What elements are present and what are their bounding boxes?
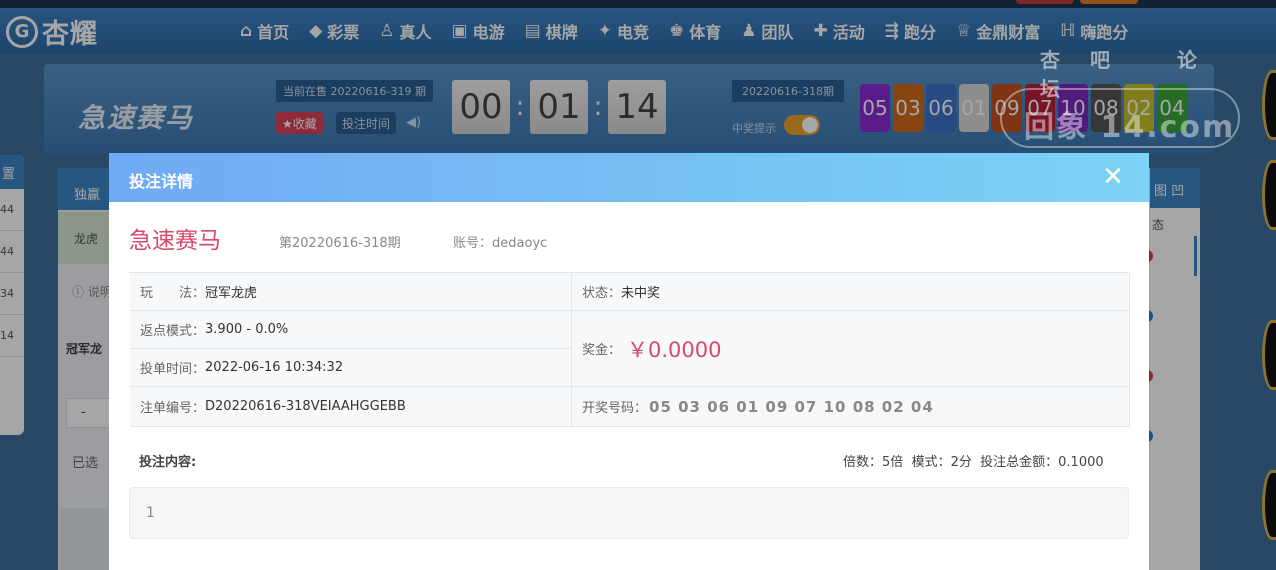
total-label: 投注总金额： — [980, 455, 1059, 470]
close-icon[interactable]: ✕ — [1099, 162, 1127, 192]
play-cell: 玩 法： 冠军龙虎 — [130, 273, 572, 311]
modal-period: 第20220616-318期 — [279, 236, 401, 251]
mode-label: 模式： — [911, 455, 951, 470]
bet-meta: 倍数：5倍 模式：2分 投注总金额：0.1000 — [843, 451, 1104, 470]
play-label: 玩 法： — [140, 286, 206, 301]
modal-account: 账号：dedaoyc — [453, 232, 547, 251]
draw-label: 开奖号码： — [582, 401, 648, 416]
modal-title: 投注详情 — [129, 172, 194, 191]
bet-content-box: 1 — [129, 487, 1129, 539]
bet-time-cell: 投单时间： 2022-06-16 10:34:32 — [130, 349, 572, 387]
rebate-label: 返点模式： — [140, 324, 206, 339]
watermark-logo: 回象 14.com — [1000, 88, 1240, 148]
multiplier-value: 5倍 — [882, 455, 904, 470]
modal-header: 投注详情 ✕ — [109, 153, 1149, 202]
modal-game-name: 急速赛马 — [129, 228, 221, 254]
order-value: D20220616-318VEIAAHGGEBB — [205, 399, 406, 414]
bet-time-label: 投单时间： — [140, 362, 206, 377]
play-value: 冠军龙虎 — [205, 286, 258, 301]
prize-cell: 奖金： ￥0.0000 — [572, 311, 1130, 387]
order-label: 注单编号： — [140, 401, 206, 416]
order-cell: 注单编号： D20220616-318VEIAAHGGEBB — [130, 387, 572, 427]
multiplier-label: 倍数： — [843, 455, 883, 470]
account-label: 账号： — [453, 236, 493, 251]
bet-detail-modal: 投注详情 ✕ 急速赛马 第20220616-318期 账号：dedaoyc 玩 … — [109, 153, 1149, 570]
bet-detail-table: 玩 法： 冠军龙虎 状态： 未中奖 返点模式： 3.900 - 0.0% 奖金： ￥0.… — [129, 272, 1130, 427]
prize-value: ￥0.0000 — [627, 337, 722, 362]
status-value: 未中奖 — [621, 286, 661, 301]
mode-value: 2分 — [950, 455, 972, 470]
draw-cell: 开奖号码： 05 03 06 01 09 07 10 08 02 04 — [572, 387, 1130, 427]
rebate-value: 3.900 - 0.0% — [205, 322, 289, 337]
total-value: 0.1000 — [1058, 455, 1104, 470]
prize-label: 奖金： — [582, 343, 622, 358]
draw-value: 05 03 06 01 09 07 10 08 02 04 — [649, 397, 934, 416]
status-cell: 状态： 未中奖 — [572, 273, 1130, 311]
rebate-cell: 返点模式： 3.900 - 0.0% — [130, 311, 572, 349]
status-label: 状态： — [582, 286, 622, 301]
bet-time-value: 2022-06-16 10:34:32 — [205, 360, 344, 375]
bet-content-label: 投注内容: — [139, 455, 197, 470]
account-value: dedaoyc — [492, 236, 548, 251]
